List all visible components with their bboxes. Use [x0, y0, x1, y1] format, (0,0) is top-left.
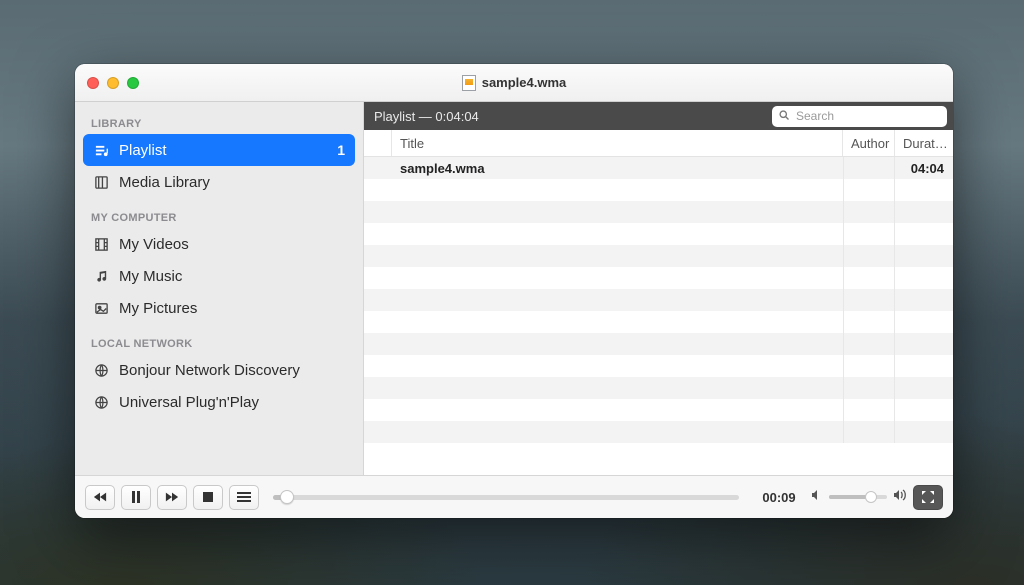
- sidebar-item-label: My Pictures: [119, 300, 197, 317]
- table-row-empty: [364, 377, 953, 399]
- library-icon: [93, 175, 109, 190]
- table-row-empty: [364, 267, 953, 289]
- window-title: sample4.wma: [482, 75, 567, 90]
- elapsed-time: 00:09: [753, 490, 805, 505]
- seek-knob[interactable]: [280, 490, 294, 504]
- table-row-empty: [364, 179, 953, 201]
- search-input[interactable]: [796, 109, 941, 123]
- playlist-header-bar: Playlist — 0:04:04: [364, 102, 953, 130]
- sidebar-item-upnp[interactable]: Universal Plug'n'Play: [83, 386, 355, 418]
- table-row-empty: [364, 289, 953, 311]
- close-window-button[interactable]: [87, 77, 99, 89]
- column-title[interactable]: Title: [392, 130, 843, 156]
- stop-button[interactable]: [193, 485, 223, 510]
- sidebar-item-label: My Music: [119, 268, 182, 285]
- titlebar: sample4.wma: [75, 64, 953, 102]
- pause-button[interactable]: [121, 485, 151, 510]
- column-author[interactable]: Author: [843, 130, 895, 156]
- table-row-empty: [364, 311, 953, 333]
- row-author: [843, 157, 895, 179]
- app-window: sample4.wma LIBRARY Playlist 1: [75, 64, 953, 518]
- sidebar-item-label: My Videos: [119, 236, 189, 253]
- row-duration: 04:04: [895, 157, 953, 179]
- volume-knob[interactable]: [865, 491, 877, 503]
- sidebar-item-label: Bonjour Network Discovery: [119, 362, 300, 379]
- sidebar: LIBRARY Playlist 1 Media Library MY COMP…: [75, 102, 364, 475]
- playback-bar: 00:09: [75, 475, 953, 518]
- table-header: Title Author Durat…: [364, 130, 953, 157]
- seek-slider[interactable]: [273, 489, 739, 505]
- main-panel: Playlist — 0:04:04 Title Author Durat…: [364, 102, 953, 475]
- playlist-count-badge: 1: [337, 142, 345, 158]
- next-button[interactable]: [157, 485, 187, 510]
- table-row-empty: [364, 399, 953, 421]
- network-icon: [93, 395, 109, 410]
- network-icon: [93, 363, 109, 378]
- table-body: sample4.wma 04:04: [364, 157, 953, 475]
- column-duration[interactable]: Durat…: [895, 130, 953, 156]
- sidebar-section-my-computer: MY COMPUTER: [83, 206, 355, 228]
- column-handle[interactable]: [364, 130, 392, 156]
- table-row-empty: [364, 201, 953, 223]
- minimize-window-button[interactable]: [107, 77, 119, 89]
- table-row[interactable]: sample4.wma 04:04: [364, 157, 953, 179]
- document-icon: [462, 75, 476, 91]
- search-icon: [778, 109, 790, 124]
- row-handle: [364, 157, 392, 179]
- table-row-empty: [364, 333, 953, 355]
- sidebar-section-local-network: LOCAL NETWORK: [83, 332, 355, 354]
- fullscreen-button[interactable]: [913, 485, 943, 510]
- sidebar-item-my-videos[interactable]: My Videos: [83, 228, 355, 260]
- volume-slider[interactable]: [829, 495, 887, 499]
- volume-high-icon: [893, 488, 907, 506]
- playlist-icon: [93, 143, 109, 158]
- previous-button[interactable]: [85, 485, 115, 510]
- volume-low-icon: [811, 488, 823, 506]
- search-field[interactable]: [772, 106, 947, 127]
- sidebar-item-label: Playlist: [119, 142, 167, 159]
- playlist-menu-button[interactable]: [229, 485, 259, 510]
- playlist-header-title: Playlist — 0:04:04: [374, 109, 479, 124]
- volume-control: [811, 488, 907, 506]
- film-icon: [93, 237, 109, 252]
- sidebar-item-bonjour[interactable]: Bonjour Network Discovery: [83, 354, 355, 386]
- window-controls: [87, 77, 139, 89]
- table-row-empty: [364, 421, 953, 443]
- zoom-window-button[interactable]: [127, 77, 139, 89]
- sidebar-item-label: Universal Plug'n'Play: [119, 394, 259, 411]
- table-row-empty: [364, 245, 953, 267]
- picture-icon: [93, 301, 109, 316]
- sidebar-item-my-music[interactable]: My Music: [83, 260, 355, 292]
- table-row-empty: [364, 355, 953, 377]
- sidebar-item-my-pictures[interactable]: My Pictures: [83, 292, 355, 324]
- row-title: sample4.wma: [392, 157, 843, 179]
- music-icon: [93, 269, 109, 284]
- desktop-background: sample4.wma LIBRARY Playlist 1: [0, 0, 1024, 585]
- sidebar-section-library: LIBRARY: [83, 112, 355, 134]
- playlist-table: Title Author Durat… sample4.wma 04:04: [364, 130, 953, 475]
- sidebar-item-playlist[interactable]: Playlist 1: [83, 134, 355, 166]
- table-row-empty: [364, 223, 953, 245]
- sidebar-item-media-library[interactable]: Media Library: [83, 166, 355, 198]
- sidebar-item-label: Media Library: [119, 174, 210, 191]
